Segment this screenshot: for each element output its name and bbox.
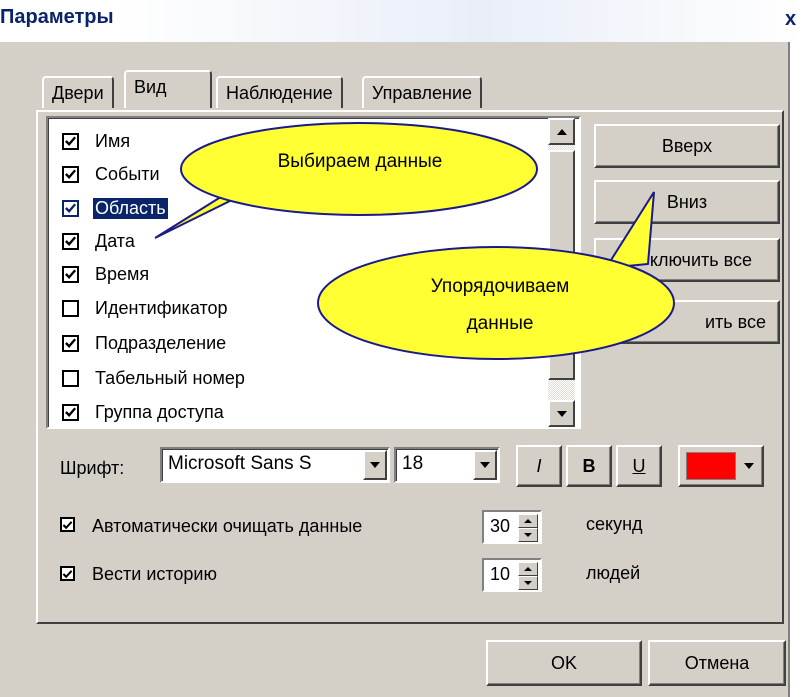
history-label: Вести историю: [92, 564, 217, 584]
chevron-up-icon: [556, 128, 567, 135]
window-title: Параметры: [0, 6, 114, 28]
font-name-select[interactable]: Microsoft Sans S: [160, 447, 390, 483]
auto-clear-spinner[interactable]: 30: [482, 510, 542, 544]
chevron-down-icon[interactable]: [363, 450, 387, 480]
list-item[interactable]: Подразделение: [62, 330, 228, 356]
cancel-button[interactable]: Отмена: [648, 640, 786, 686]
font-size-select[interactable]: 18: [394, 447, 500, 483]
list-item[interactable]: Событи: [62, 161, 162, 187]
list-item[interactable]: Время: [62, 261, 151, 287]
list-scrollbar[interactable]: [548, 118, 575, 427]
scroll-down-button[interactable]: [548, 400, 575, 427]
font-label: Шрифт:: [60, 458, 125, 478]
history-unit: людей: [586, 563, 641, 583]
auto-clear-label: Автоматически очищать данные: [92, 516, 363, 536]
font-name-value: Microsoft Sans S: [168, 453, 312, 474]
tab-control[interactable]: Управление: [362, 76, 483, 108]
list-item[interactable]: Идентификатор: [62, 295, 230, 321]
chevron-down-icon: [556, 410, 567, 417]
spin-down-button[interactable]: [518, 576, 538, 590]
list-item-selected[interactable]: Область: [62, 195, 168, 221]
checkbox[interactable]: [62, 403, 79, 421]
checkbox[interactable]: [62, 299, 79, 317]
history-checkbox[interactable]: [60, 566, 75, 581]
list-item-label: Группа доступа: [95, 401, 224, 422]
callout-order-line2: данные: [466, 313, 534, 334]
checkbox[interactable]: [62, 334, 79, 352]
auto-clear-unit: секунд: [586, 514, 643, 534]
font-size-value: 18: [402, 453, 424, 474]
list-item[interactable]: Табельный номер: [62, 365, 247, 391]
history-value: 10: [490, 564, 511, 584]
list-item-label: Табельный номер: [95, 367, 245, 388]
color-swatch: [686, 452, 736, 480]
list-item[interactable]: Имя: [62, 128, 132, 154]
ok-button[interactable]: OK: [486, 640, 642, 686]
chevron-down-icon: [744, 463, 754, 469]
callout-order-line1: Упорядочиваем: [430, 276, 570, 297]
color-picker[interactable]: [678, 445, 764, 487]
auto-clear-checkbox[interactable]: [60, 517, 75, 532]
title-bar: Параметры x: [0, 0, 804, 42]
callout-choose-text: Выбираем данные: [277, 151, 443, 172]
scroll-thumb[interactable]: [548, 150, 575, 380]
tab-view[interactable]: Вид: [124, 70, 212, 108]
checkbox[interactable]: [62, 265, 79, 283]
move-down-button[interactable]: Вниз: [594, 180, 780, 224]
list-item-label: Идентификатор: [95, 297, 228, 318]
tab-doors[interactable]: Двери: [42, 76, 114, 108]
scroll-up-button[interactable]: [548, 118, 575, 145]
checkbox[interactable]: [62, 232, 79, 250]
auto-clear-value: 30: [490, 516, 511, 536]
list-item[interactable]: Дата: [62, 228, 137, 254]
list-item-label: Время: [95, 263, 150, 284]
spin-down-button[interactable]: [518, 528, 538, 542]
list-item-label: Дата: [95, 230, 135, 251]
tab-monitoring[interactable]: Наблюдение: [216, 76, 343, 108]
italic-button[interactable]: I: [516, 445, 562, 487]
spin-up-button[interactable]: [518, 562, 538, 576]
list-item-label: Имя: [95, 130, 131, 151]
list-item-label: Область: [93, 197, 168, 219]
close-icon[interactable]: x: [785, 8, 796, 31]
checkbox[interactable]: [62, 369, 79, 387]
spin-up-button[interactable]: [518, 514, 538, 528]
checkbox[interactable]: [62, 199, 79, 217]
move-up-button[interactable]: Вверх: [594, 124, 780, 168]
chevron-down-icon[interactable]: [473, 450, 497, 480]
underline-button[interactable]: U: [616, 445, 662, 487]
bold-button[interactable]: B: [566, 445, 612, 487]
list-item-label: Событи: [95, 163, 160, 184]
history-spinner[interactable]: 10: [482, 558, 542, 592]
checkbox[interactable]: [62, 165, 79, 183]
list-item[interactable]: Группа доступа: [62, 399, 226, 425]
list-item-label: Подразделение: [95, 332, 227, 353]
checkbox[interactable]: [62, 132, 79, 150]
